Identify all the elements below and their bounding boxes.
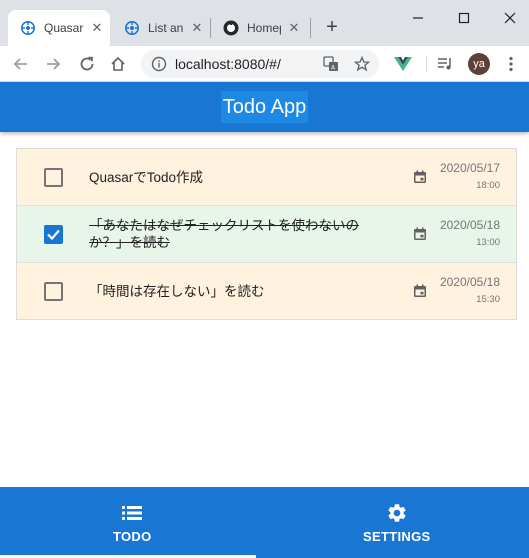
- info-icon[interactable]: [151, 56, 167, 72]
- tab-settings[interactable]: SETTINGS: [265, 487, 529, 558]
- todo-time: 13:00: [476, 237, 500, 248]
- minimize-icon[interactable]: [408, 8, 428, 28]
- todo-checkbox[interactable]: [44, 168, 63, 187]
- todo-item[interactable]: 「時間は存在しない」を読む 2020/05/18 15:30: [17, 263, 516, 319]
- todo-text: 「時間は存在しない」を読む: [89, 284, 265, 299]
- bookmark-star-icon[interactable]: [353, 55, 371, 73]
- todo-checkbox[interactable]: [44, 282, 63, 301]
- browser-toolbar: localhost:8080/#/ A ya: [0, 46, 529, 82]
- todo-item[interactable]: 「あなたはなぜチェックリストを使わないのか？」を読む 2020/05/18 13…: [17, 206, 516, 263]
- tab-todo[interactable]: TODO: [0, 487, 265, 558]
- tab-label: SETTINGS: [363, 528, 431, 544]
- checkmark-icon: [47, 229, 60, 241]
- vue-devtools-icon[interactable]: [394, 55, 412, 73]
- back-arrow-icon[interactable]: [10, 53, 32, 75]
- browser-tab-quasar[interactable]: Quasar ✕: [8, 10, 110, 46]
- todo-item[interactable]: QuasarでTodo作成 2020/05/17 18:00: [17, 149, 516, 206]
- todo-time: 18:00: [476, 180, 500, 191]
- url-text: localhost:8080/#/: [175, 56, 281, 72]
- browser-tab-title: List an: [148, 21, 184, 35]
- address-bar[interactable]: localhost:8080/#/: [141, 50, 379, 78]
- profile-avatar[interactable]: ya: [468, 53, 490, 75]
- calendar-icon: [414, 170, 426, 183]
- todo-list: QuasarでTodo作成 2020/05/17 18:00 「あなたはなぜチェ…: [16, 148, 517, 320]
- todo-date: 2020/05/17: [439, 161, 500, 175]
- translate-icon[interactable]: A: [322, 55, 340, 73]
- app-header: Todo App: [0, 82, 529, 132]
- quasar-favicon-icon: [21, 21, 35, 35]
- gear-icon: [386, 502, 408, 524]
- forward-arrow-icon[interactable]: [42, 53, 64, 75]
- close-tab-icon[interactable]: ✕: [190, 20, 204, 36]
- todo-checkbox[interactable]: [44, 225, 63, 244]
- browser-tab-home[interactable]: Homep ✕: [211, 10, 309, 46]
- browser-tab-title: Homep: [247, 21, 281, 35]
- close-tab-icon[interactable]: ✕: [287, 20, 301, 36]
- footer-tabs: TODO SETTINGS: [0, 487, 529, 558]
- media-playlist-icon[interactable]: [436, 55, 454, 73]
- app-title: Todo App: [220, 91, 309, 123]
- browser-tabstrip: Quasar ✕ List an ✕ Homep ✕ +: [0, 0, 529, 46]
- close-tab-icon[interactable]: ✕: [90, 20, 104, 36]
- todo-time: 15:30: [476, 294, 500, 305]
- home-icon[interactable]: [107, 53, 129, 75]
- reload-icon[interactable]: [76, 53, 98, 75]
- todo-text: QuasarでTodo作成: [89, 170, 204, 185]
- calendar-icon: [414, 227, 426, 240]
- todo-text: 「あなたはなぜチェックリストを使わないのか？」を読む: [89, 218, 359, 250]
- new-tab-button[interactable]: +: [322, 16, 342, 38]
- browser-tab-list[interactable]: List an ✕: [112, 10, 210, 46]
- todo-date: 2020/05/18: [439, 218, 500, 232]
- tab-label: TODO: [112, 528, 152, 544]
- menu-kebab-icon[interactable]: [502, 55, 520, 73]
- browser-tab-title: Quasar: [44, 21, 84, 35]
- github-favicon-icon: [223, 20, 239, 36]
- calendar-icon: [414, 284, 426, 297]
- tab-separator: [310, 18, 311, 38]
- quasar-favicon-icon: [125, 21, 139, 35]
- window-close-icon[interactable]: [500, 8, 520, 28]
- todo-date: 2020/05/18: [439, 275, 500, 289]
- maximize-icon[interactable]: [454, 8, 474, 28]
- toolbar-divider: [426, 56, 427, 72]
- list-icon: [121, 502, 143, 524]
